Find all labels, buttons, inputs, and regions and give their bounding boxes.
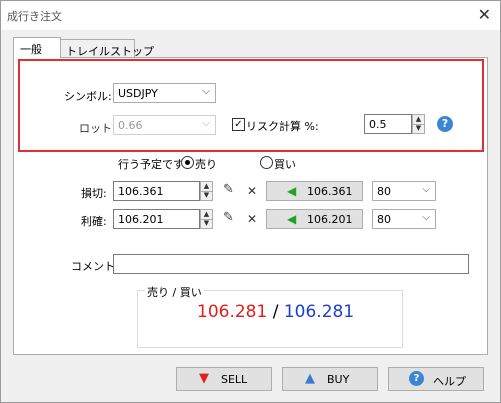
help-button[interactable]: ? ヘルプ: [388, 367, 484, 391]
symbol-label: シンボル:: [64, 90, 112, 103]
comment-label: コメント:: [71, 260, 119, 273]
tab-general-label: 一般: [20, 43, 42, 56]
spin-down-icon[interactable]: ▼: [413, 124, 424, 133]
stop-loss-points: 80: [377, 185, 391, 198]
sell-button-label: SELL: [221, 373, 248, 386]
stop-loss-price: 106.361: [307, 185, 353, 198]
lot-value: 0.66: [118, 119, 143, 132]
risk-percent-input[interactable]: 0.5: [364, 114, 412, 134]
buy-button-label: BUY: [327, 373, 350, 386]
arrow-left-icon: ◀: [287, 184, 297, 198]
order-type-label: 行う予定です: [118, 158, 184, 171]
arrow-down-icon: ▼: [199, 371, 209, 386]
risk-label: リスク計算 %:: [246, 120, 319, 133]
arrow-left-icon: ◀: [287, 212, 297, 226]
bid-price: 106.281: [197, 302, 268, 322]
spin-down-icon[interactable]: ▼: [201, 191, 212, 200]
stop-loss-input[interactable]: 106.361: [113, 181, 200, 201]
help-icon: ?: [409, 371, 424, 386]
help-icon[interactable]: ?: [437, 116, 453, 132]
tab-trailing-stop[interactable]: トレイルストップ: [59, 39, 154, 58]
quote-separator: /: [267, 302, 284, 322]
symbol-select[interactable]: USDJPY ⌵: [113, 83, 216, 103]
sell-radio-label: 売り: [195, 158, 217, 171]
tab-general[interactable]: 一般: [13, 37, 61, 58]
order-dialog: 成行き注文 ✕ 一般 トレイルストップ シンボル: USDJPY ⌵ ロット: …: [0, 0, 501, 403]
chevron-down-icon: ⌵: [422, 212, 430, 223]
window-title: 成行き注文: [7, 10, 62, 23]
stop-loss-spinner[interactable]: ▲ ▼: [200, 181, 213, 201]
take-profit-spinner[interactable]: ▲ ▼: [200, 209, 213, 229]
chevron-down-icon: ⌵: [422, 184, 430, 195]
clear-icon[interactable]: ✕: [247, 212, 257, 226]
risk-percent-spinner[interactable]: ▲ ▼: [412, 114, 425, 134]
chevron-down-icon: ⌵: [202, 118, 210, 129]
sell-button[interactable]: ▼ SELL: [176, 367, 272, 391]
sell-radio[interactable]: [181, 156, 194, 169]
pipette-icon[interactable]: ✎: [223, 182, 234, 197]
take-profit-value: 106.201: [118, 213, 164, 226]
pipette-icon[interactable]: ✎: [223, 210, 234, 225]
buy-button[interactable]: ▲ BUY: [282, 367, 378, 391]
risk-percent-value: 0.5: [369, 118, 387, 131]
lot-label: ロット:: [79, 122, 116, 135]
stop-loss-value: 106.361: [118, 185, 164, 198]
clear-icon[interactable]: ✕: [247, 184, 257, 198]
help-button-label: ヘルプ: [433, 375, 466, 388]
arrow-up-icon: ▲: [305, 371, 315, 386]
take-profit-price-button[interactable]: ◀ 106.201: [266, 209, 363, 229]
stop-loss-points-select[interactable]: 80 ⌵: [372, 181, 436, 201]
stop-loss-label: 損切:: [81, 187, 107, 200]
risk-checkbox[interactable]: ✓: [232, 118, 245, 131]
stop-loss-price-button[interactable]: ◀ 106.361: [266, 181, 363, 201]
take-profit-points-select[interactable]: 80 ⌵: [372, 209, 436, 229]
quote-group-label: 売り / 買い: [145, 284, 204, 300]
chevron-down-icon: ⌵: [202, 86, 210, 97]
take-profit-price: 106.201: [307, 213, 353, 226]
take-profit-points: 80: [377, 213, 391, 226]
buy-radio-label: 買い: [274, 158, 296, 171]
buy-radio[interactable]: [260, 156, 273, 169]
comment-input[interactable]: [113, 254, 469, 274]
take-profit-input[interactable]: 106.201: [113, 209, 200, 229]
take-profit-label: 利確:: [81, 215, 107, 228]
spin-down-icon[interactable]: ▼: [201, 219, 212, 228]
quote-display: 106.281 / 106.281: [197, 302, 354, 322]
title-bar: 成行き注文 ✕: [1, 1, 500, 30]
symbol-value: USDJPY: [118, 87, 158, 100]
close-icon[interactable]: ✕: [478, 5, 491, 24]
ask-price: 106.281: [283, 302, 355, 322]
lot-select[interactable]: 0.66 ⌵: [113, 115, 216, 135]
